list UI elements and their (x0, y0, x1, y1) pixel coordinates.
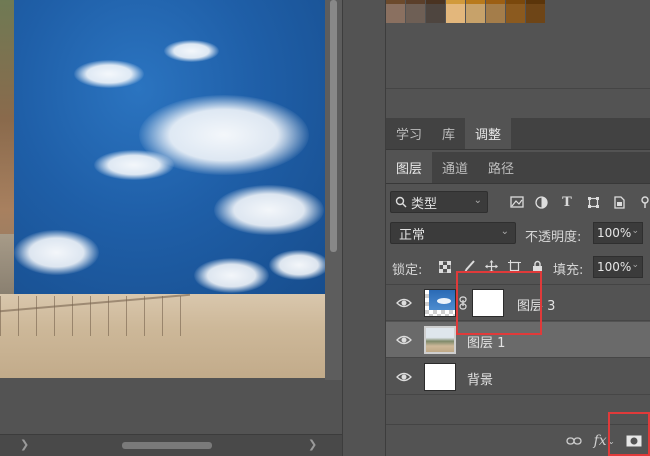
document-canvas[interactable]: ❯ ❯ (0, 0, 342, 456)
color-swatch[interactable] (386, 4, 405, 23)
tab-learn[interactable]: 学习 (386, 118, 432, 149)
color-swatch[interactable] (526, 4, 545, 23)
color-swatch[interactable] (506, 4, 525, 23)
sky-layer (14, 0, 325, 294)
opacity-input[interactable]: 100% ⌄ (593, 222, 643, 244)
divider (386, 88, 650, 89)
scroll-left-icon[interactable]: ❯ (20, 438, 29, 451)
opacity-value: 100% (597, 226, 632, 240)
fill-label: 填充: (553, 263, 584, 278)
color-swatch[interactable] (446, 4, 465, 23)
adjustment-filter-icon[interactable] (532, 193, 550, 211)
tab-label: 通道 (442, 162, 469, 177)
visibility-eye-icon[interactable] (396, 332, 412, 348)
layer-thumbnail[interactable] (424, 289, 456, 317)
vertical-scrollbar[interactable] (325, 0, 342, 380)
tab-paths[interactable]: 路径 (478, 152, 524, 183)
vertical-scroll-thumb[interactable] (330, 0, 337, 252)
tab-label: 学习 (396, 128, 423, 143)
tab-label: 路径 (488, 162, 515, 177)
right-panel: 学习 库 调整 图层 通道 路径 类型 ⌄ T 正常 ⌄ 不透明度: 100% … (385, 0, 650, 456)
lock-transparent-pixels-icon[interactable] (436, 258, 453, 275)
horizontal-scrollbar[interactable]: ❯ ❯ (0, 434, 342, 456)
visibility-eye-icon[interactable] (396, 369, 412, 385)
color-swatch[interactable] (406, 4, 425, 23)
canvas-image[interactable] (0, 0, 325, 378)
tab-label: 调整 (475, 128, 502, 143)
filter-toggle-icon[interactable] (636, 193, 650, 211)
shape-filter-icon[interactable] (584, 193, 602, 211)
color-swatch[interactable] (466, 4, 485, 23)
chevron-down-icon[interactable]: ⌄ (631, 260, 639, 270)
chevron-down-icon[interactable]: ⌄ (631, 226, 639, 236)
fill-input[interactable]: 100% ⌄ (593, 256, 643, 278)
mask-highlight-box (456, 271, 542, 335)
tab-label: 图层 (396, 162, 423, 177)
tab-label: 库 (442, 128, 456, 143)
filter-kind-select[interactable]: 类型 ⌄ (390, 191, 488, 213)
link-layers-icon[interactable] (564, 431, 584, 451)
visibility-eye-icon[interactable] (396, 295, 412, 311)
tab-layers[interactable]: 图层 (386, 152, 433, 183)
layer-thumbnail[interactable] (424, 326, 456, 354)
blend-mode-value: 正常 (399, 227, 426, 243)
tab-adjustments[interactable]: 调整 (465, 118, 512, 149)
smart-object-filter-icon[interactable] (610, 193, 628, 211)
layers-tabbar: 图层 通道 路径 (386, 152, 650, 184)
layer-filter-row: 类型 ⌄ T (386, 184, 650, 218)
search-icon (395, 196, 407, 208)
top-tabbar: 学习 库 调整 (386, 118, 650, 150)
image-filter-icon[interactable] (508, 193, 526, 211)
color-swatch[interactable] (486, 4, 505, 23)
blend-mode-select[interactable]: 正常 ⌄ (390, 222, 516, 244)
lock-label: 锁定: (392, 263, 423, 278)
layer-name[interactable]: 背景 (467, 369, 493, 388)
color-swatch[interactable] (426, 4, 445, 23)
horizontal-scroll-thumb[interactable] (122, 442, 212, 449)
blend-row: 正常 ⌄ 不透明度: 100% ⌄ (386, 218, 650, 250)
chevron-down-icon: ⌄ (473, 195, 482, 206)
type-filter-icon[interactable]: T (558, 193, 576, 211)
fill-value: 100% (597, 260, 632, 274)
chevron-down-icon: ⌄ (500, 226, 509, 237)
swatches-panel (386, 0, 650, 118)
layer-row[interactable]: 背景 (386, 359, 650, 395)
tab-channels[interactable]: 通道 (432, 152, 478, 183)
scroll-right-icon[interactable]: ❯ (308, 438, 317, 451)
fx-label: fx (593, 433, 607, 449)
add-mask-highlight-box (608, 412, 650, 456)
opacity-label: 不透明度: (525, 230, 582, 245)
filter-kind-label: 类型 (411, 196, 438, 212)
tab-libraries[interactable]: 库 (432, 118, 465, 149)
swatch-row (386, 4, 546, 23)
layer-thumbnail[interactable] (424, 363, 456, 391)
panel-dock-strip (342, 0, 385, 456)
